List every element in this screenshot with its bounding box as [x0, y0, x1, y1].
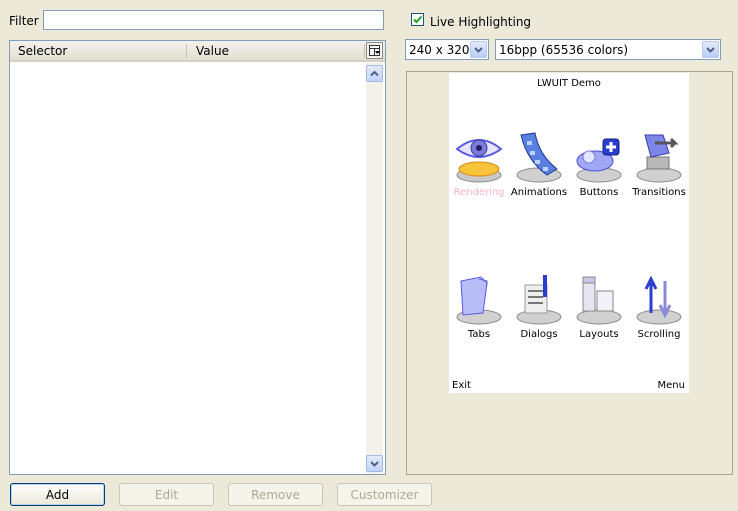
menu-label: Scrolling — [637, 329, 681, 340]
menu-item-transitions[interactable]: Transitions — [629, 131, 689, 203]
column-chooser-icon — [369, 45, 380, 56]
menu-label: Tabs — [467, 329, 491, 340]
scroll-down-button[interactable] — [366, 455, 383, 472]
filter-label: Filter — [9, 14, 39, 28]
remove-button[interactable]: Remove — [228, 483, 323, 506]
table-vertical-scrollbar[interactable] — [366, 63, 383, 474]
menu-item-rendering[interactable]: Rendering — [449, 131, 509, 203]
resolution-value: 240 x 320 — [409, 43, 470, 57]
resolution-dropdown-button[interactable] — [470, 41, 487, 58]
column-divider[interactable] — [186, 44, 187, 58]
column-header-selector[interactable]: Selector — [18, 44, 67, 58]
film-strip-icon — [516, 132, 562, 183]
menu-label: Layouts — [579, 329, 619, 340]
column-chooser-button[interactable] — [366, 42, 383, 59]
menu-label: Rendering — [453, 187, 505, 198]
menu-item-animations[interactable]: Animations — [509, 131, 569, 203]
eye-icon — [455, 139, 503, 183]
menu-item-buttons[interactable]: Buttons — [569, 131, 629, 203]
menu-label: Buttons — [579, 187, 619, 198]
softkey-exit[interactable]: Exit — [452, 380, 471, 391]
color-depth-dropdown-button[interactable] — [702, 41, 719, 58]
folder-icon — [456, 276, 502, 325]
menu-label: Transitions — [632, 187, 686, 198]
customizer-button[interactable]: Customizer — [337, 483, 432, 506]
layout-blocks-icon — [576, 276, 622, 325]
menu-label: Animations — [510, 187, 568, 198]
device-preview[interactable]: LWUIT Demo Rendering Animations Buttons … — [449, 73, 689, 393]
column-header-value[interactable]: Value — [196, 44, 229, 58]
color-depth-select[interactable]: 16bpp (65536 colors) — [495, 39, 721, 60]
softkey-menu[interactable]: Menu — [658, 380, 685, 391]
menu-label: Dialogs — [520, 329, 558, 340]
chevron-down-icon — [706, 47, 715, 53]
scroll-up-button[interactable] — [366, 65, 383, 82]
chevron-down-icon — [474, 47, 483, 53]
theme-table[interactable]: Selector Value — [9, 40, 386, 475]
add-button[interactable]: Add — [10, 483, 105, 506]
live-highlighting-label[interactable]: Live Highlighting — [430, 15, 531, 29]
plus-button-icon — [576, 138, 622, 183]
dialog-list-icon — [516, 275, 562, 325]
menu-item-dialogs[interactable]: Dialogs — [509, 273, 569, 345]
transition-arrow-icon — [636, 134, 682, 183]
checkmark-icon — [413, 15, 423, 24]
color-depth-value: 16bpp (65536 colors) — [499, 43, 629, 57]
chevron-down-icon — [370, 461, 379, 467]
filter-input[interactable] — [43, 10, 384, 30]
scroll-arrows-icon — [636, 275, 682, 325]
resolution-select[interactable]: 240 x 320 — [405, 39, 489, 60]
preview-title: LWUIT Demo — [537, 78, 601, 89]
menu-item-scrolling[interactable]: Scrolling — [629, 273, 689, 345]
table-header: Selector Value — [10, 41, 385, 62]
edit-button[interactable]: Edit — [119, 483, 214, 506]
menu-item-tabs[interactable]: Tabs — [449, 273, 509, 345]
menu-item-layouts[interactable]: Layouts — [569, 273, 629, 345]
chevron-up-icon — [370, 70, 379, 77]
column-divider — [364, 44, 365, 58]
live-highlighting-checkbox[interactable] — [411, 13, 424, 26]
